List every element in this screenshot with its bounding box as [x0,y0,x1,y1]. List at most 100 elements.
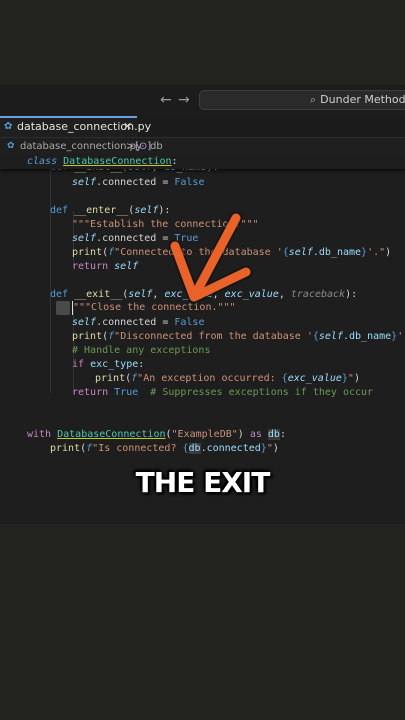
class-name: DatabaseConnection [57,429,166,440]
video-top-band [0,0,405,85]
video-caption: THE EXIT [135,466,271,499]
keyword: return [72,261,109,272]
punct: ): [345,289,358,300]
code-line-with: with DatabaseConnection("ExampleDB") as … [27,428,286,442]
self-token: self [318,331,343,342]
tab-bar: ✿ database_connection.py ✕ [0,116,405,138]
code-line: self.connected = True [72,232,198,246]
variable: db [188,443,201,454]
constant: True [114,387,139,398]
code-line-class: class DatabaseConnection: [27,155,178,169]
keyword: if [72,359,85,370]
code-line-print: print(f"Is connected? {db.connected}") [50,443,279,454]
code-line-enter-def: def __enter__(self): [50,204,170,218]
punct: : [171,156,178,167]
string: "ExampleDB" [171,429,238,440]
arrow-left-icon[interactable]: ← [160,92,172,108]
code-line-print: print(f"Connected to the database '{self… [72,247,392,258]
keyword: return [72,387,109,398]
code-line: self.connected = False [72,316,204,330]
lightbulb-icon[interactable] [56,301,70,315]
string: '." [397,331,405,342]
param-unused: traceback [290,289,346,300]
code-text: .connected = [96,233,175,244]
string: '." [367,247,386,258]
punct: , [152,289,165,300]
code-comment: # Suppresses exceptions if they occur [150,387,374,398]
command-search-box[interactable]: ⌕ Dunder Methods [199,90,405,110]
search-icon: ⌕ [310,93,317,106]
code-comment: # Handle any exceptions [72,345,211,356]
code-text: .connected = [96,177,175,188]
punct: ) [272,443,279,454]
punct: ) [237,429,244,440]
punct: ) [385,247,392,258]
symbol-variable-icon: [⊙] [135,141,152,152]
self-token: self [128,289,153,300]
attribute: .db_name [312,247,362,258]
arrow-right-icon[interactable]: → [178,92,190,108]
breadcrumb-file[interactable]: database_connection.py [20,138,142,155]
brace: { [182,443,189,454]
code-line-return: return True # Suppresses exceptions if t… [72,386,373,400]
keyword: class [27,156,58,167]
string: "Connected to the database ' [114,247,283,258]
self-token: self [288,247,313,258]
string: "Is connected? [92,443,183,454]
constant: False [174,177,205,188]
string: "Disconnected from the database ' [114,331,313,342]
constant: False [174,317,205,328]
code-line-return: return self [72,260,138,274]
code-text: .connected = [96,317,175,328]
keyword: with [27,429,52,440]
variable: exc_value [287,373,342,384]
video-bottom-band [0,524,405,720]
punct: ): [158,205,171,216]
punct: , [212,289,225,300]
code-line-print: print(f"An exception occurred: {exc_valu… [95,373,360,384]
builtin: print [50,443,81,454]
string: "An exception occurred: [137,373,282,384]
function-name: __enter__ [74,205,129,216]
builtin: print [95,373,126,384]
builtin: print [72,331,103,342]
self-token: self [72,233,97,244]
breadcrumb-symbol[interactable]: db [150,138,163,155]
sticky-scroll-header[interactable]: class DatabaseConnection: [0,155,405,169]
constant: True [174,233,199,244]
python-file-icon: ✿ [7,141,15,151]
param: exc_value [224,289,279,300]
docstring: """Establish the connection.""" [72,219,259,230]
function-name: __exit__ [74,289,123,300]
python-file-icon: ✿ [4,121,13,132]
punct: ) [353,373,360,384]
keyword: as [249,429,262,440]
attribute: .db_name [342,331,392,342]
breadcrumb: ✿ database_connection.py > [⊙] db [0,138,405,155]
code-line-exit-def: def __exit__(self, exc_type, exc_value, … [50,288,357,302]
search-text: Dunder Methods [320,93,405,106]
keyword: def [50,289,69,300]
chevron-right-icon: > [126,141,135,152]
attribute: .connected [200,443,261,454]
punct: , [278,289,291,300]
code-line: self.connected = False [72,176,204,190]
self-token: self [114,261,139,272]
code-line-print: print(f"Disconnected from the database '… [72,330,405,344]
variable: db [267,429,280,440]
punct: : [279,429,286,440]
param: exc_type [164,289,213,300]
indent-guide [50,169,51,393]
keyword: def [50,205,69,216]
tab-database-connection[interactable]: ✿ database_connection.py ✕ [0,116,151,137]
builtin: print [72,247,103,258]
self-token: self [72,317,97,328]
docstring: """Close the connection.""" [73,302,236,313]
class-name: DatabaseConnection [63,156,172,167]
punct: : [138,359,145,370]
self-token: self [134,205,159,216]
self-token: self [72,177,97,188]
variable: exc_type [90,359,139,370]
close-icon[interactable]: ✕ [123,118,132,135]
code-line-if: if exc_type: [72,358,144,372]
